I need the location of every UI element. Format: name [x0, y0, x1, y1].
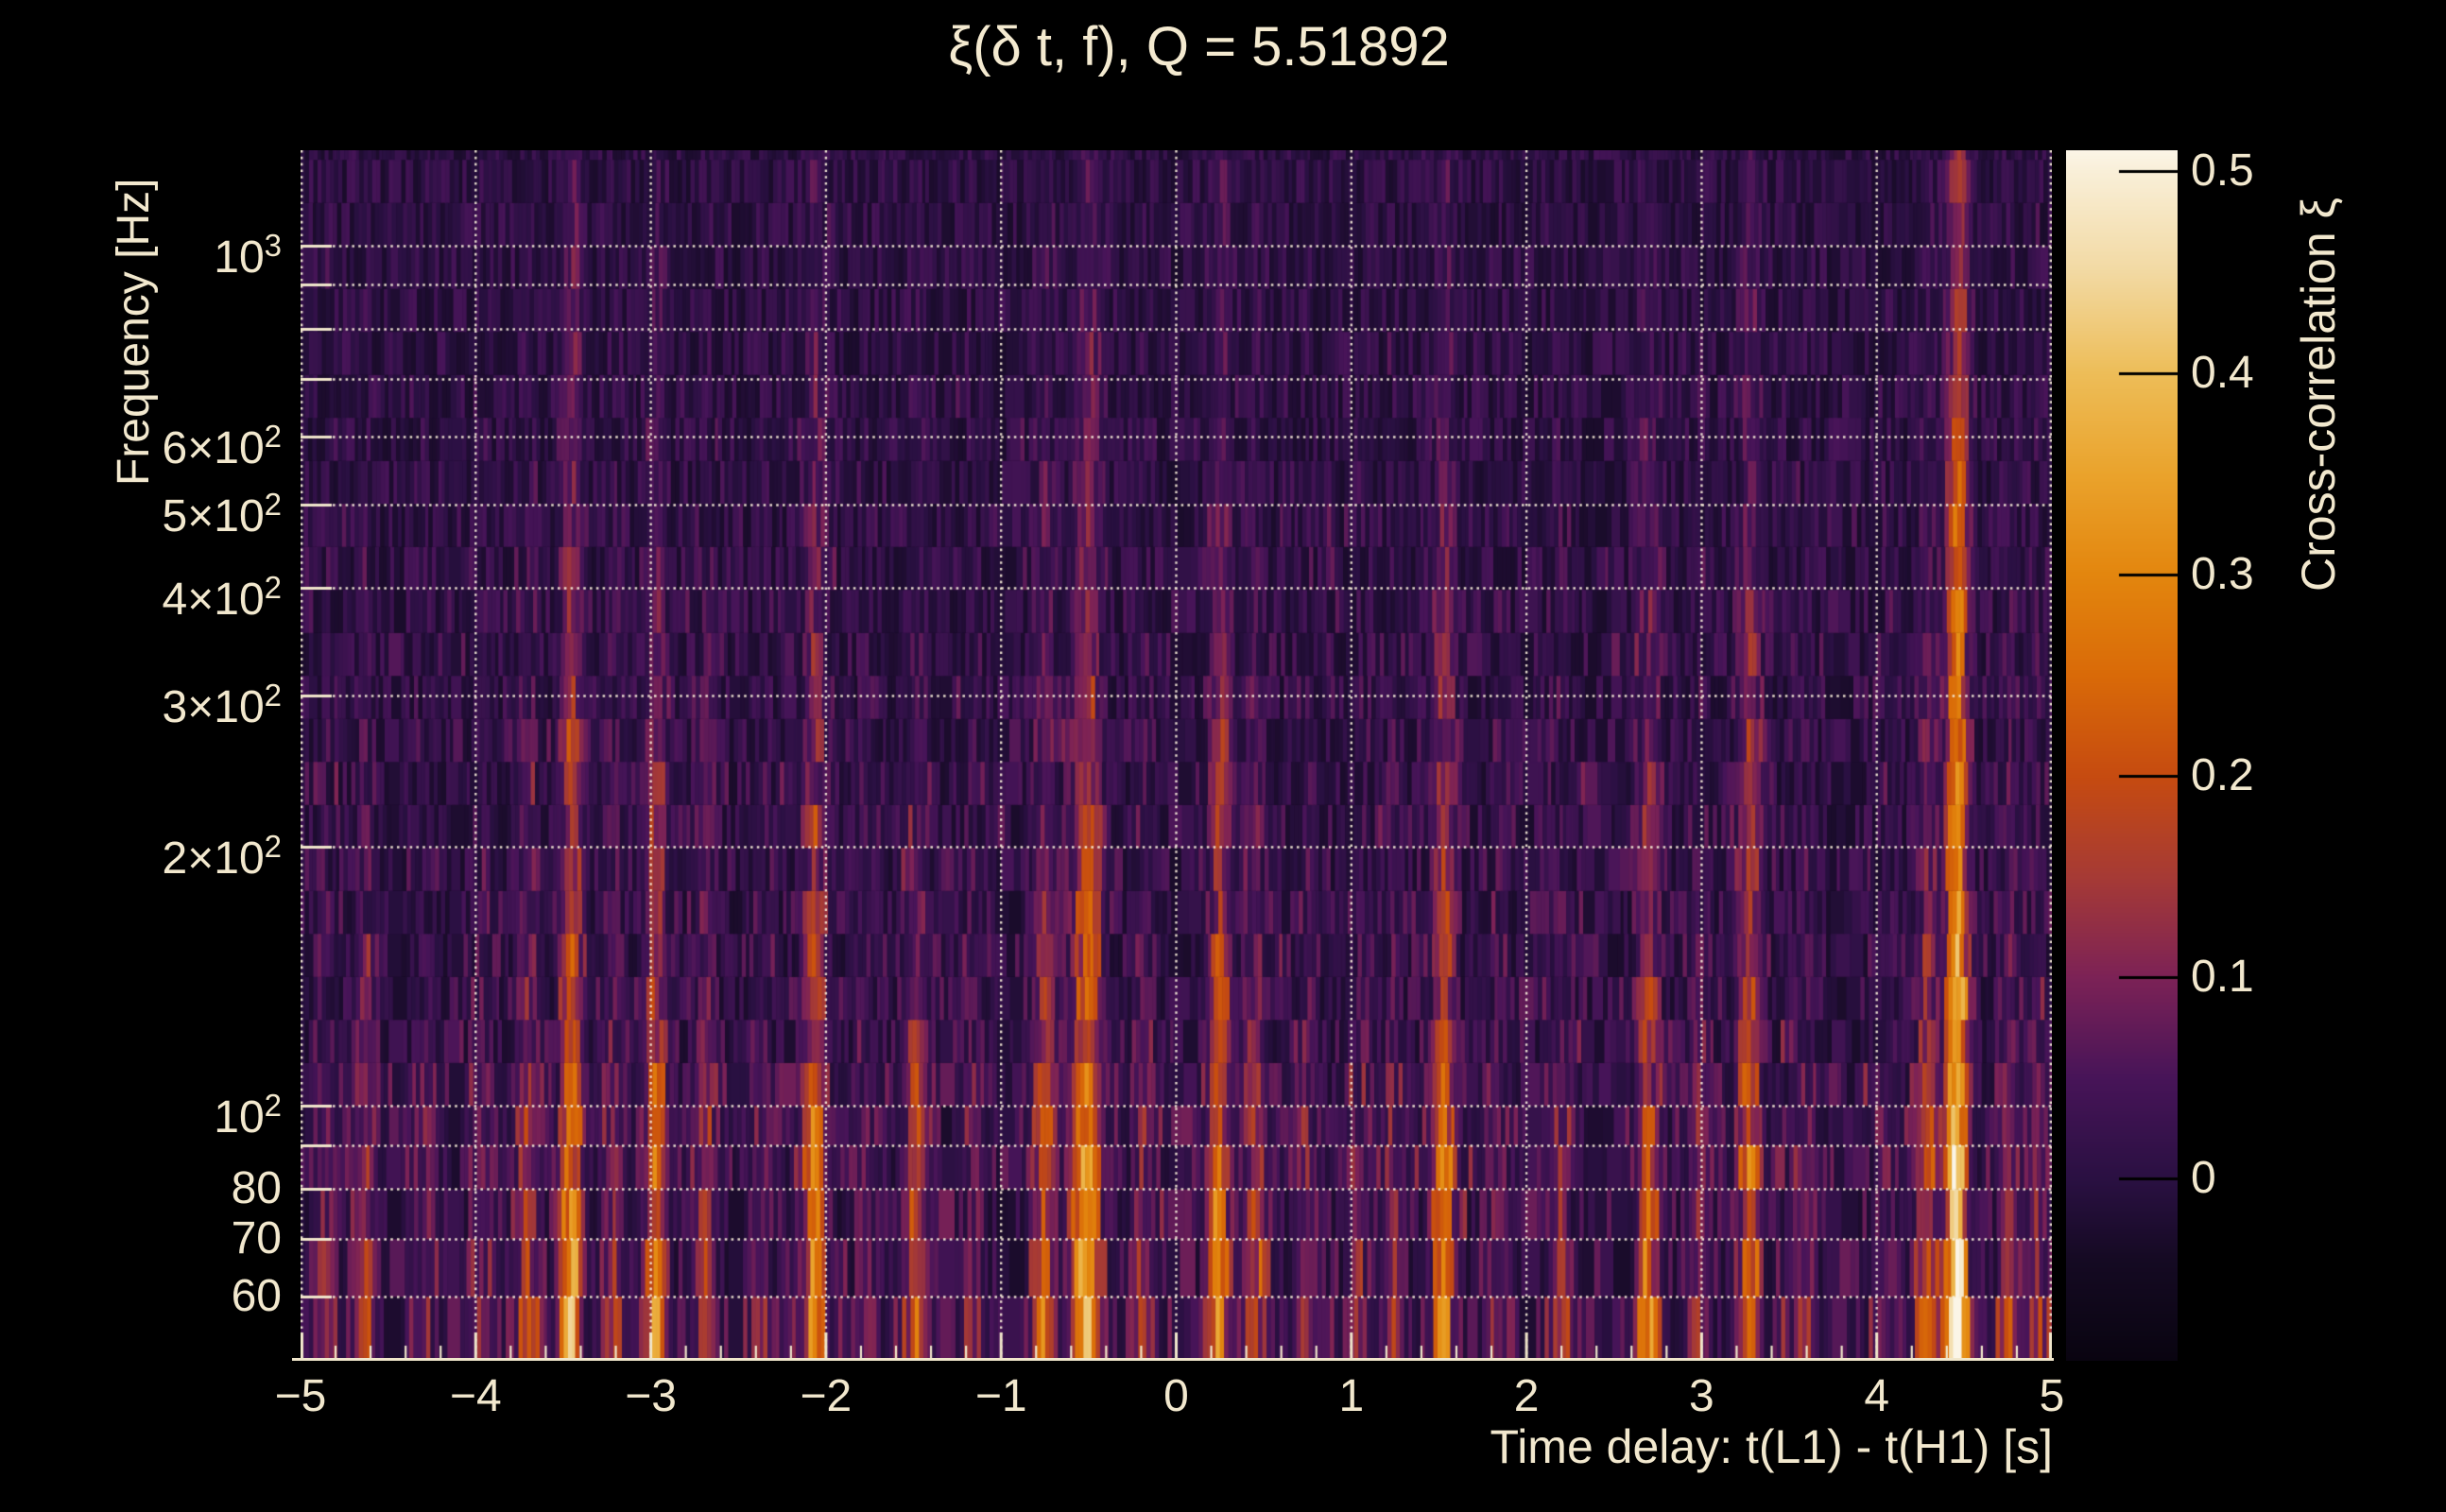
x-axis-title: Time delay: t(L1) - t(H1) [s]	[1106, 1419, 2053, 1474]
x-axis-line	[292, 1358, 2054, 1361]
y-tick-label: 4×102	[38, 561, 282, 627]
x-tick-label: 4	[1820, 1372, 1934, 1421]
x-tick-label: 0	[1120, 1372, 1233, 1421]
y-tick-label: 80	[38, 1162, 282, 1215]
y-tick-label: 60	[38, 1270, 282, 1323]
y-tick-label: 103	[38, 219, 282, 284]
x-tick-label: 3	[1645, 1372, 1758, 1421]
colorbar-title: Cross-correlation ξ	[2291, 198, 2346, 592]
x-tick-label: 1	[1295, 1372, 1408, 1421]
y-tick-label: 5×102	[38, 478, 282, 543]
colorbar-canvas	[2066, 150, 2178, 1361]
x-tick-label: 5	[1995, 1372, 2109, 1421]
colorbar-tick-label: 0	[2191, 1152, 2399, 1205]
x-tick-label: −5	[244, 1372, 357, 1421]
y-tick-label: 102	[38, 1079, 282, 1144]
colorbar-tick-label: 0.2	[2191, 749, 2399, 802]
x-tick-label: −4	[419, 1372, 532, 1421]
x-tick-label: −3	[594, 1372, 708, 1421]
heatmap-canvas	[301, 150, 2052, 1361]
figure: ξ(δ t, f), Q = 5.51892 Frequency [Hz] 10…	[0, 0, 2446, 1512]
y-tick-label: 3×102	[38, 669, 282, 734]
colorbar-tick-label: 0.1	[2191, 951, 2399, 1004]
y-tick-label: 70	[38, 1212, 282, 1265]
x-tick-label: −2	[769, 1372, 883, 1421]
colorbar-tick-label: 0.5	[2191, 145, 2399, 198]
y-tick-label: 2×102	[38, 820, 282, 885]
chart-title: ξ(δ t, f), Q = 5.51892	[323, 11, 2075, 83]
x-tick-label: 2	[1470, 1372, 1583, 1421]
x-tick-label: −1	[944, 1372, 1058, 1421]
y-tick-label: 6×102	[38, 410, 282, 475]
